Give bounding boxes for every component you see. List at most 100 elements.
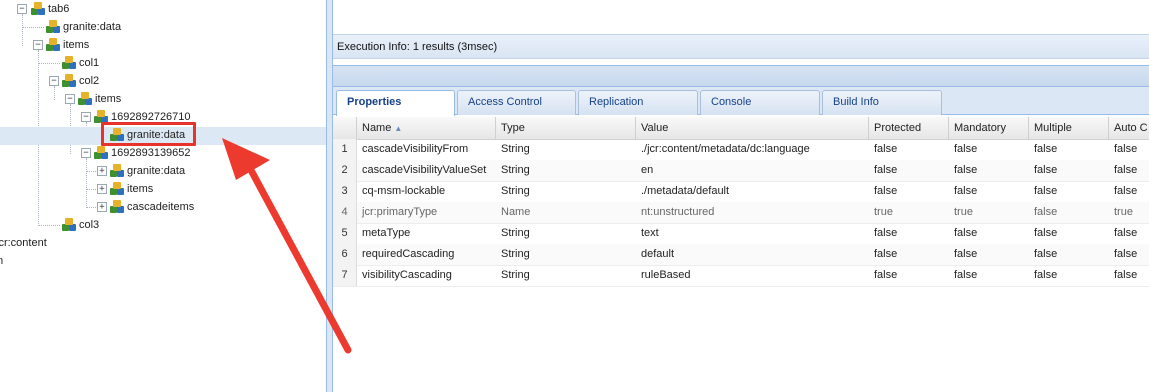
cell-value: ./metadata/default <box>641 185 730 197</box>
cell-mandatory: false <box>954 227 978 239</box>
cell-multiple: false <box>1034 143 1058 155</box>
cell-type: String <box>501 185 530 197</box>
table-row[interactable]: 4 jcr:primaryType Name nt:unstructured true t… <box>333 202 1149 224</box>
grid-header: Name ▲ Type Value Protected Mandatory Mul… <box>333 117 1149 140</box>
cell-mandatory: false <box>954 185 978 197</box>
tab-console[interactable]: Console <box>700 90 820 115</box>
repository-tree: − tab6 granite:data − items col1 − col2 … <box>0 0 326 392</box>
tree-node-items[interactable]: − items <box>0 36 200 54</box>
cell-name: requiredCascading <box>362 248 455 260</box>
tab-replication[interactable]: Replication <box>578 90 698 115</box>
cell-auto-created: true <box>1114 206 1133 218</box>
cell-multiple: false <box>1034 227 1058 239</box>
column-header-type[interactable]: Type <box>496 117 636 139</box>
cell-name: jcr:primaryType <box>362 206 438 218</box>
expand-toggle-icon[interactable]: + <box>97 166 107 176</box>
table-row[interactable]: 7 visibilityCascading String ruleBased false… <box>333 265 1149 287</box>
collapse-toggle-icon[interactable]: − <box>81 112 91 122</box>
column-header-protected[interactable]: Protected <box>869 117 949 139</box>
node-icon <box>45 37 61 53</box>
grid-header-rownum <box>333 117 357 139</box>
row-number: 2 <box>333 160 357 181</box>
collapse-toggle-icon[interactable]: − <box>33 40 43 50</box>
execution-info-bar: Execution Info: 1 results (3msec) <box>333 35 1149 59</box>
cell-mandatory: false <box>954 248 978 260</box>
tree-node-jcr-content[interactable]: jcr:content <box>0 234 200 252</box>
tree-node-granite-data[interactable]: + granite:data <box>0 162 220 180</box>
cell-auto-created: false <box>1114 227 1138 239</box>
sort-ascending-icon: ▲ <box>394 124 403 133</box>
annotation-highlight-box <box>101 122 196 146</box>
collapse-toggle-icon[interactable]: − <box>81 148 91 158</box>
collapse-toggle-icon[interactable]: − <box>17 4 27 14</box>
row-number: 7 <box>333 265 357 286</box>
node-icon <box>77 91 93 107</box>
column-header-name[interactable]: Name ▲ <box>357 117 496 139</box>
column-header-auto-created[interactable]: Auto C <box>1109 117 1149 139</box>
cell-protected: false <box>874 227 898 239</box>
properties-panel: Execution Info: 1 results (3msec) Proper… <box>333 0 1149 392</box>
tree-node-label: tab6 <box>48 3 70 15</box>
cell-auto-created: false <box>1114 248 1138 260</box>
cell-auto-created: false <box>1114 143 1138 155</box>
tree-node-col3[interactable]: col3 <box>0 216 200 234</box>
expand-toggle-icon[interactable]: + <box>97 202 107 212</box>
cell-value: ruleBased <box>641 269 691 281</box>
tree-node-granite-data[interactable]: granite:data <box>0 18 200 36</box>
cell-type: String <box>501 143 530 155</box>
cell-multiple: false <box>1034 248 1058 260</box>
node-icon <box>61 217 77 233</box>
row-number: 1 <box>333 139 357 160</box>
tree-node-label: cascadeitems <box>127 201 195 213</box>
row-number: 4 <box>333 202 357 223</box>
collapse-toggle-icon[interactable]: − <box>65 94 75 104</box>
tree-node-label: granite:data <box>127 165 186 177</box>
cell-auto-created: false <box>1114 269 1138 281</box>
tree-node-label: col3 <box>79 219 100 231</box>
table-row[interactable]: 2 cascadeVisibilityValueSet String en false f… <box>333 160 1149 182</box>
query-area <box>333 0 1149 35</box>
table-row[interactable]: 6 requiredCascading String default false fals… <box>333 244 1149 266</box>
cell-mandatory: false <box>954 164 978 176</box>
cell-multiple: false <box>1034 269 1058 281</box>
node-icon <box>109 163 125 179</box>
tab-properties[interactable]: Properties <box>336 90 455 116</box>
expand-toggle-icon[interactable]: + <box>97 184 107 194</box>
tree-node-label: granite:data <box>63 21 122 33</box>
table-row[interactable]: 1 cascadeVisibilityFrom String ./jcr:conten… <box>333 139 1149 161</box>
collapse-toggle-icon[interactable]: − <box>49 76 59 86</box>
cell-value: ./jcr:content/metadata/dc:language <box>641 143 810 155</box>
tab-build-info[interactable]: Build Info <box>822 90 942 115</box>
tree-node-m[interactable]: m <box>0 252 200 270</box>
cell-multiple: false <box>1034 164 1058 176</box>
table-row[interactable]: 5 metaType String text false false false false <box>333 223 1149 245</box>
row-number: 6 <box>333 244 357 265</box>
panel-splitter[interactable] <box>326 0 333 392</box>
column-header-multiple[interactable]: Multiple <box>1029 117 1109 139</box>
tree-node-label: items <box>63 39 90 51</box>
tree-node-label: items <box>95 93 122 105</box>
tree-node-1692893139652[interactable]: − 1692893139652 <box>0 144 220 162</box>
tree-node-cascadeitems[interactable]: + cascadeitems <box>0 198 220 216</box>
column-header-mandatory[interactable]: Mandatory <box>949 117 1029 139</box>
tree-node-items[interactable]: + items <box>0 180 220 198</box>
cell-type: String <box>501 269 530 281</box>
tree-node-tab6[interactable]: − tab6 <box>0 0 200 18</box>
cell-value: en <box>641 164 654 176</box>
cell-protected: false <box>874 164 898 176</box>
node-icon <box>109 181 125 197</box>
cell-value: text <box>641 227 659 239</box>
tree-node-items[interactable]: − items <box>0 90 200 108</box>
tree-node-col1[interactable]: col1 <box>0 54 200 72</box>
column-header-value[interactable]: Value <box>636 117 869 139</box>
cell-protected: false <box>874 269 898 281</box>
tree-node-col2[interactable]: − col2 <box>0 72 200 90</box>
cell-mandatory: true <box>954 206 973 218</box>
node-icon <box>45 19 61 35</box>
tree-node-label: col2 <box>79 75 100 87</box>
cell-name: cascadeVisibilityValueSet <box>362 164 487 176</box>
table-row[interactable]: 3 cq-msm-lockable String ./metadata/default… <box>333 181 1149 203</box>
row-number: 3 <box>333 181 357 202</box>
tree-node-label: col1 <box>79 57 100 69</box>
tab-access-control[interactable]: Access Control <box>457 90 576 115</box>
